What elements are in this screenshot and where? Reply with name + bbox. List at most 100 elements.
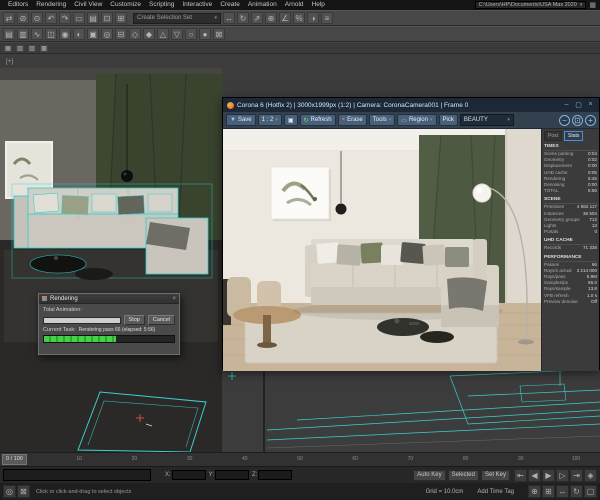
stat-label: TOTAL [544,188,559,194]
vfb-toolbar: ▼ Save 1 : 2 ▾ ▣ ↻ Refresh × Erase Tools… [223,112,599,129]
go-to-start-icon[interactable]: ⇤ [514,468,527,482]
toolbar-icon[interactable]: ▽ [171,28,183,40]
vfb-copy-button[interactable]: ▣ [283,114,298,126]
layer-manager-icon[interactable]: ▤ [3,28,15,40]
selection-region-icon[interactable]: ⊡ [101,12,113,24]
vfb-erase-button[interactable]: × Erase [337,114,367,126]
select-and-move-icon[interactable]: ↔ [223,12,235,24]
coordinate-input-y[interactable] [215,470,250,480]
workspace-icon[interactable]: ▦ [589,1,596,9]
vfb-tab-post[interactable]: Post [544,131,563,141]
redo-icon[interactable]: ↷ [59,12,71,24]
coordinate-input-x[interactable] [171,470,206,480]
percent-snap-icon[interactable]: % [293,12,305,24]
isolate-selection-icon[interactable]: ◎ [3,485,16,498]
stop-button[interactable]: Stop [123,315,145,325]
toolbar-icon[interactable]: ◆ [143,28,155,40]
vfb-save-button[interactable]: ▼ Save [226,114,256,126]
window-crossing-icon[interactable]: ⊞ [115,12,127,24]
total-animation-label: Total Animation: [43,307,82,313]
render-element-dropdown[interactable]: BEAUTY ▾ [459,114,514,126]
key-mode-icon[interactable]: ◈ [584,468,597,482]
previous-frame-icon[interactable]: ◀ [528,468,541,482]
menu-item-rendering[interactable]: Rendering [32,0,70,10]
vfb-region-dropdown[interactable]: ▭ Region ▾ [397,114,437,126]
menu-item-arnold[interactable]: Arnold [281,0,308,10]
cancel-button[interactable]: Cancel [147,315,175,325]
rendered-frame-window-icon[interactable]: ▣ [87,28,99,40]
select-and-link-icon[interactable]: ⇄ [3,12,15,24]
schematic-view-icon[interactable]: ◫ [45,28,57,40]
ribbon-modeling-icon[interactable]: ▦ [3,43,13,53]
vfb-downscale-dropdown[interactable]: 1 : 2 ▾ [257,114,282,126]
selection-lock-icon[interactable]: ⊠ [17,485,30,498]
material-editor-icon[interactable]: ◉ [59,28,71,40]
vfb-tools-dropdown[interactable]: Tools ▾ [368,114,396,126]
maxscript-mini-listener[interactable] [3,469,151,481]
next-frame-icon[interactable]: ▷ [556,468,569,482]
select-and-scale-icon[interactable]: ⇗ [251,12,263,24]
ribbon-selection-icon[interactable]: ▨ [27,43,37,53]
select-by-name-icon[interactable]: ▤ [87,12,99,24]
scene-explorer-icon[interactable]: ▥ [17,28,29,40]
undo-icon[interactable]: ↶ [45,12,57,24]
vfb-pick-button[interactable]: Pick [438,114,458,126]
menu-item-editors[interactable]: Editors [4,0,32,10]
render-setup-icon[interactable]: ◐ [73,28,85,40]
menu-item-help[interactable]: Help [308,0,329,10]
auto-key-button[interactable]: Auto Key [413,469,446,481]
menu-item-civil-view[interactable]: Civil View [70,0,106,10]
toolbar-icon[interactable]: △ [157,28,169,40]
progress-title-bar[interactable]: Rendering × [39,294,179,304]
vfb-tab-stats[interactable]: Stats [564,131,584,141]
project-path-dropdown[interactable]: C:\Users\HP\Documents\USA Max 2020 ▾ [474,1,587,9]
vfb-close-button[interactable]: × [586,101,595,109]
go-to-end-icon[interactable]: ⇥ [570,468,583,482]
key-filter-dropdown[interactable]: Selected [447,469,479,481]
menu-item-create[interactable]: Create [216,0,244,10]
coordinate-input-z[interactable] [258,470,293,480]
toolbar-icon[interactable]: ● [199,28,211,40]
pan-icon[interactable]: ↔ [556,485,569,498]
toolbar-icon[interactable]: ⊠ [213,28,225,40]
curve-editor-icon[interactable]: ∿ [31,28,43,40]
set-key-button[interactable]: Set Key [480,469,510,481]
toolbar-icon[interactable]: ○ [185,28,197,40]
vfb-refresh-button[interactable]: ↻ Refresh [299,114,336,126]
play-icon[interactable]: ▶ [542,468,555,482]
viewport-menu-label[interactable]: [+] [6,58,13,65]
menu-item-scripting[interactable]: Scripting [145,0,178,10]
snap-toggle-icon[interactable]: ⊕ [265,12,277,24]
menu-item-animation[interactable]: Animation [244,0,281,10]
save-icon: ▼ [230,117,236,123]
mirror-icon[interactable]: ◑ [307,12,319,24]
select-and-rotate-icon[interactable]: ↻ [237,12,249,24]
named-selection-set-combo[interactable]: Create Selection Set ▾ [133,12,221,24]
add-time-tag[interactable]: Add Time Tag [477,489,514,495]
time-slider[interactable]: 0 / 100 0102030405060708090100 [0,452,600,466]
vfb-maximize-button[interactable]: ▢ [574,101,583,109]
zoom-extents-icon[interactable]: ⊞ [542,485,555,498]
vfb-zoom-in-icon[interactable]: + [585,114,596,126]
unlink-selection-icon[interactable]: ⊘ [17,12,29,24]
ribbon-freeform-icon[interactable]: ▧ [15,43,25,53]
maximize-viewport-icon[interactable]: ▢ [584,485,597,498]
menu-item-customize[interactable]: Customize [106,0,145,10]
vfb-title-bar[interactable]: Corona 6 (Hotfix 2) | 3000x1999px (1:2) … [223,98,599,112]
align-icon[interactable]: ≡ [321,12,333,24]
vfb-zoom-reset-icon[interactable]: ⊡ [572,114,583,126]
vfb-zoom-out-icon[interactable]: − [559,114,570,126]
orbit-icon[interactable]: ↻ [570,485,583,498]
toolbar-icon[interactable]: ◇ [129,28,141,40]
menu-item-interactive[interactable]: Interactive [178,0,216,10]
bind-to-space-warp-icon[interactable]: ⊙ [31,12,43,24]
select-object-icon[interactable]: ▭ [73,12,85,24]
time-slider-handle[interactable]: 0 / 100 [2,454,27,465]
render-production-icon[interactable]: ◎ [101,28,113,40]
ribbon-object-paint-icon[interactable]: ▩ [39,43,49,53]
toolbar-icon[interactable]: ⊟ [115,28,127,40]
zoom-icon[interactable]: ⊕ [528,485,541,498]
close-icon[interactable]: × [172,296,176,302]
angle-snap-icon[interactable]: ∠ [279,12,291,24]
vfb-minimize-button[interactable]: – [562,101,571,109]
